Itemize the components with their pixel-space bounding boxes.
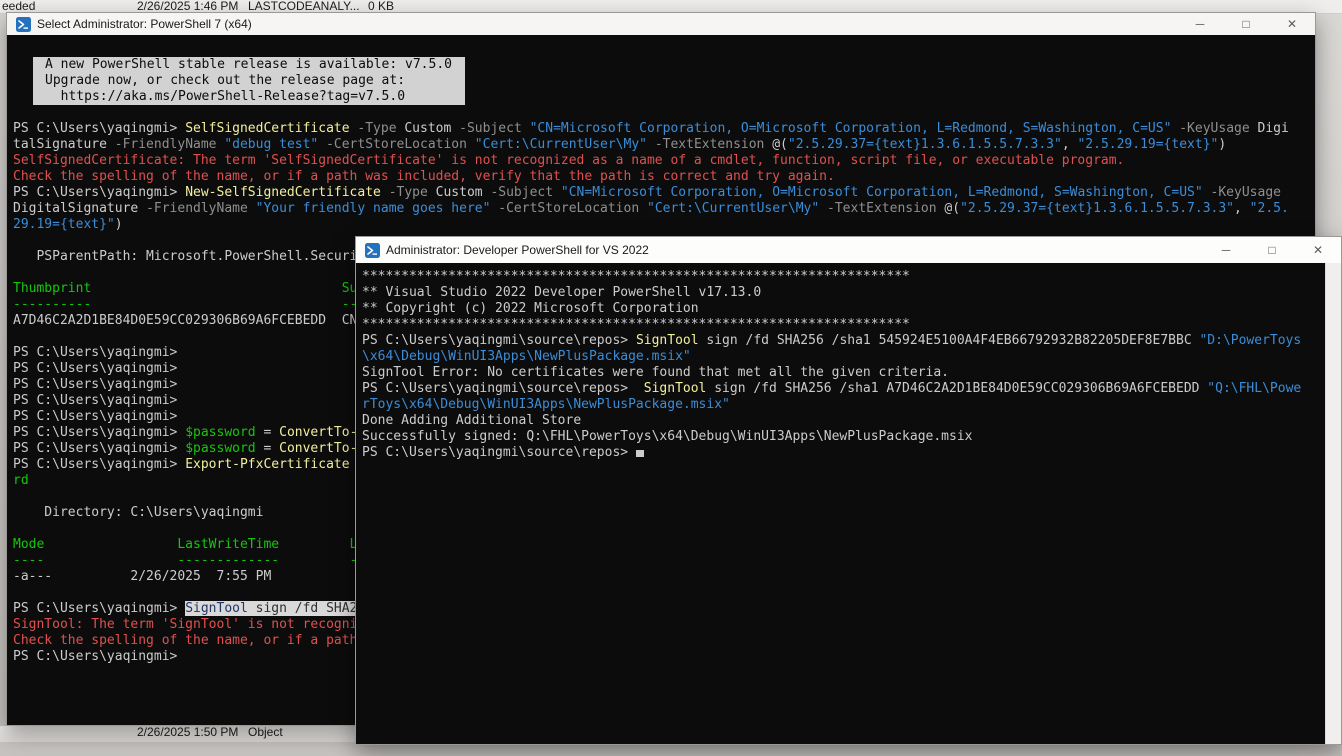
terminal-line: ** Visual Studio 2022 Developer PowerShe… [362,285,1323,301]
minimize-button[interactable]: ─ [1203,237,1249,263]
terminal-line: https://aka.ms/PowerShell-Release?tag=v7… [45,89,465,105]
minimize-button[interactable]: ─ [1177,13,1223,35]
terminal-line: \x64\Debug\WinUI3Apps\NewPlusPackage.msi… [362,349,1323,365]
close-button[interactable]: ✕ [1295,237,1341,263]
terminal-line: ****************************************… [362,317,1323,333]
window-developer-powershell-vs2022: Administrator: Developer PowerShell for … [355,236,1342,745]
terminal-line: 29.19={text}") [13,217,1315,233]
terminal-line: PS C:\Users\yaqingmi\source\repos> [362,445,1323,461]
terminal-line: DigitalSignature -FriendlyName "Your fri… [13,201,1315,217]
powershell-icon [16,17,31,32]
powershell-upgrade-notice: A new PowerShell stable release is avail… [33,57,465,105]
scrollbar[interactable] [1325,263,1341,744]
terminal-output[interactable]: ****************************************… [356,263,1341,744]
terminal-line: Successfully signed: Q:\FHL\PowerToys\x6… [362,429,1323,445]
window-controls: ─ □ ✕ [1177,13,1315,35]
terminal-line: Check the spelling of the name, or if a … [13,169,1315,185]
terminal-line: SelfSignedCertificate: The term 'SelfSig… [13,153,1315,169]
terminal-line: PS C:\Users\yaqingmi> SelfSignedCertific… [13,121,1315,137]
terminal-line: ** Copyright (c) 2022 Microsoft Corporat… [362,301,1323,317]
window-title: Administrator: Developer PowerShell for … [386,243,1203,257]
file-date-modified: 2/26/2025 1:50 PM [137,726,238,739]
text-cursor [636,450,644,457]
window-controls: ─ □ ✕ [1203,237,1341,263]
terminal-line: A new PowerShell stable release is avail… [45,57,465,73]
terminal-lines: ****************************************… [362,269,1323,461]
close-button[interactable]: ✕ [1269,13,1315,35]
terminal-line: Upgrade now, or check out the release pa… [45,73,465,89]
powershell-icon [365,243,380,258]
terminal-line: SignTool Error: No certificates were fou… [362,365,1323,381]
terminal-line: ****************************************… [362,269,1323,285]
terminal-line: PS C:\Users\yaqingmi\source\repos> SignT… [362,381,1323,397]
titlebar-developer-powershell[interactable]: Administrator: Developer PowerShell for … [356,237,1341,263]
titlebar-powershell-7[interactable]: Select Administrator: PowerShell 7 (x64)… [7,13,1315,35]
terminal-line: PS C:\Users\yaqingmi> New-SelfSignedCert… [13,185,1315,201]
maximize-button[interactable]: □ [1249,237,1295,263]
terminal-line: talSignature -FriendlyName "debug test" … [13,137,1315,153]
terminal-line: Done Adding Additional Store [362,413,1323,429]
file-type: Object [248,726,283,739]
terminal-line: rToys\x64\Debug\WinUI3Apps\NewPlusPackag… [362,397,1323,413]
window-title: Select Administrator: PowerShell 7 (x64) [37,17,1177,31]
maximize-button[interactable]: □ [1223,13,1269,35]
terminal-line: PS C:\Users\yaqingmi\source\repos> SignT… [362,333,1323,349]
